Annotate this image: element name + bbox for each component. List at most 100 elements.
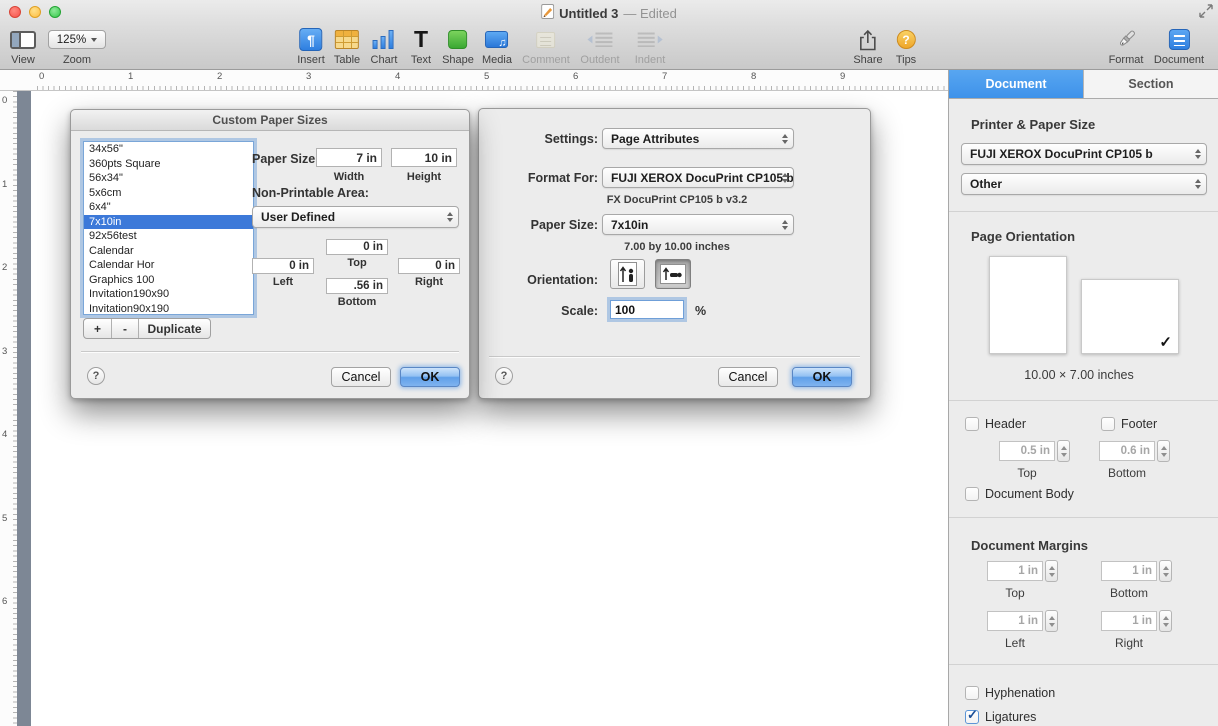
format-for-dropdown[interactable]: FUJI XEROX DocuPrint CP105 b: [602, 167, 794, 188]
insert-button[interactable]: ¶ Insert: [297, 27, 325, 66]
hyphenation-checkbox[interactable]: [965, 686, 979, 700]
text-icon: T: [413, 26, 429, 52]
zoom-label: Zoom: [62, 54, 92, 66]
tips-label: Tips: [895, 54, 917, 66]
paper-size-list[interactable]: 34x56" 360pts Square 56x34" 5x6cm 6x4" 7…: [83, 141, 254, 315]
horizontal-ruler: 0 1 2 3 4 5 6 7 8 9: [0, 70, 948, 91]
ok-button[interactable]: OK: [792, 367, 852, 387]
zoom-window-button[interactable]: [49, 6, 61, 18]
stepper-control: [1045, 610, 1058, 632]
list-item[interactable]: 92x56test: [84, 229, 253, 244]
list-item[interactable]: Invitation90x190: [84, 302, 253, 315]
cancel-button[interactable]: Cancel: [331, 367, 391, 387]
scale-input[interactable]: [610, 300, 684, 319]
settings-dropdown[interactable]: Page Attributes: [602, 128, 794, 149]
text-button[interactable]: T Text: [411, 27, 431, 66]
document-label: Document: [1153, 54, 1205, 66]
chevron-down-icon: [91, 37, 98, 42]
margin-top-field[interactable]: [326, 239, 388, 255]
document-panel-button[interactable]: Document: [1154, 27, 1204, 66]
landscape-page-thumbnail[interactable]: ✓: [1081, 279, 1179, 354]
add-paper-size-button[interactable]: +: [84, 319, 111, 338]
tips-icon: ?: [896, 30, 916, 49]
list-item-selected[interactable]: 7x10in: [84, 214, 253, 229]
minimize-button[interactable]: [29, 6, 41, 18]
paper-size-dropdown[interactable]: Other: [961, 173, 1207, 195]
zoom-dropdown[interactable]: 125% Zoom: [48, 27, 106, 66]
height-field[interactable]: [391, 148, 457, 167]
table-button[interactable]: Table: [334, 27, 360, 66]
list-item[interactable]: 6x4": [84, 200, 253, 215]
margin-bottom-field[interactable]: [326, 278, 388, 294]
ruler-number: 0: [39, 71, 45, 82]
paper-size-value: Other: [970, 177, 1003, 191]
orientation-landscape-button[interactable]: [655, 259, 691, 289]
landscape-orientation-icon: [660, 264, 686, 284]
comment-label: Comment: [522, 54, 570, 66]
list-item[interactable]: Calendar Hor: [84, 258, 253, 273]
help-button[interactable]: ?: [87, 367, 105, 385]
orientation-portrait-button[interactable]: [610, 259, 645, 289]
text-label: Text: [410, 54, 432, 66]
list-item[interactable]: 34x56": [84, 142, 253, 157]
chart-icon: [373, 30, 395, 49]
insert-label: Insert: [297, 54, 325, 66]
printer-dropdown[interactable]: FUJI XEROX DocuPrint CP105 b: [961, 143, 1207, 165]
view-button[interactable]: View: [10, 27, 36, 66]
view-icon: [10, 30, 36, 49]
outdent-label: Outdent: [580, 54, 620, 66]
help-button[interactable]: ?: [495, 367, 513, 385]
non-printable-area-dropdown[interactable]: User Defined: [252, 206, 459, 228]
ligatures-checkbox[interactable]: ✓: [965, 707, 979, 724]
ruler-number: 4: [395, 71, 401, 82]
list-item[interactable]: Invitation190x90: [84, 287, 253, 302]
margin-top-field: [987, 561, 1043, 581]
settings-label: Settings:: [544, 132, 598, 146]
header-label: Header: [985, 417, 1026, 431]
list-item[interactable]: 360pts Square: [84, 157, 253, 172]
margin-left-field[interactable]: [252, 258, 314, 274]
width-field[interactable]: [316, 148, 382, 167]
tab-section[interactable]: Section: [1083, 70, 1218, 98]
cancel-button[interactable]: Cancel: [718, 367, 778, 387]
header-checkbox[interactable]: [965, 417, 979, 431]
remove-paper-size-button[interactable]: -: [111, 319, 138, 338]
ruler-number: 9: [840, 71, 846, 82]
portrait-page-thumbnail[interactable]: [989, 256, 1067, 354]
indent-button: Indent: [635, 27, 665, 66]
comment-icon: [536, 31, 556, 48]
ruler-number: 6: [2, 596, 8, 607]
document-body-checkbox[interactable]: [965, 487, 979, 501]
duplicate-button[interactable]: Duplicate: [138, 319, 210, 338]
list-item[interactable]: Graphics 100: [84, 273, 253, 288]
hyphenation-label: Hyphenation: [985, 686, 1056, 700]
window-title: Untitled 3 — Edited: [541, 4, 677, 22]
list-item[interactable]: 56x34": [84, 171, 253, 186]
shape-button[interactable]: Shape: [442, 27, 474, 66]
margin-right-label: Right: [1114, 636, 1143, 650]
share-button[interactable]: Share: [853, 27, 883, 66]
margin-top-label: Top: [1005, 586, 1025, 600]
margin-bottom-label: Bottom: [337, 296, 377, 308]
margin-top-label: Top: [347, 257, 367, 269]
tab-document[interactable]: Document: [949, 70, 1083, 98]
fullscreen-icon[interactable]: [1199, 4, 1213, 23]
chart-button[interactable]: Chart: [371, 27, 397, 66]
window-edited-text: — Edited: [623, 5, 677, 21]
close-button[interactable]: [9, 6, 21, 18]
list-item[interactable]: Calendar: [84, 244, 253, 259]
ok-button[interactable]: OK: [400, 367, 460, 387]
media-button[interactable]: ♫ Media: [482, 27, 512, 66]
margin-right-label: Right: [414, 276, 444, 288]
page-setup-dialog: Settings: Page Attributes Format For: FU…: [478, 108, 871, 399]
list-item[interactable]: 5x6cm: [84, 186, 253, 201]
footer-checkbox[interactable]: [1101, 417, 1115, 431]
popup-arrows-icon: [1195, 149, 1201, 159]
tips-button[interactable]: ? Tips: [896, 27, 916, 66]
format-button[interactable]: Format: [1109, 27, 1143, 66]
printer-value: FUJI XEROX DocuPrint CP105 b: [970, 147, 1153, 161]
divider: [949, 400, 1218, 401]
format-for-label: Format For:: [527, 171, 598, 185]
paper-size-dropdown[interactable]: 7x10in: [602, 214, 794, 235]
margin-right-field[interactable]: [398, 258, 460, 274]
